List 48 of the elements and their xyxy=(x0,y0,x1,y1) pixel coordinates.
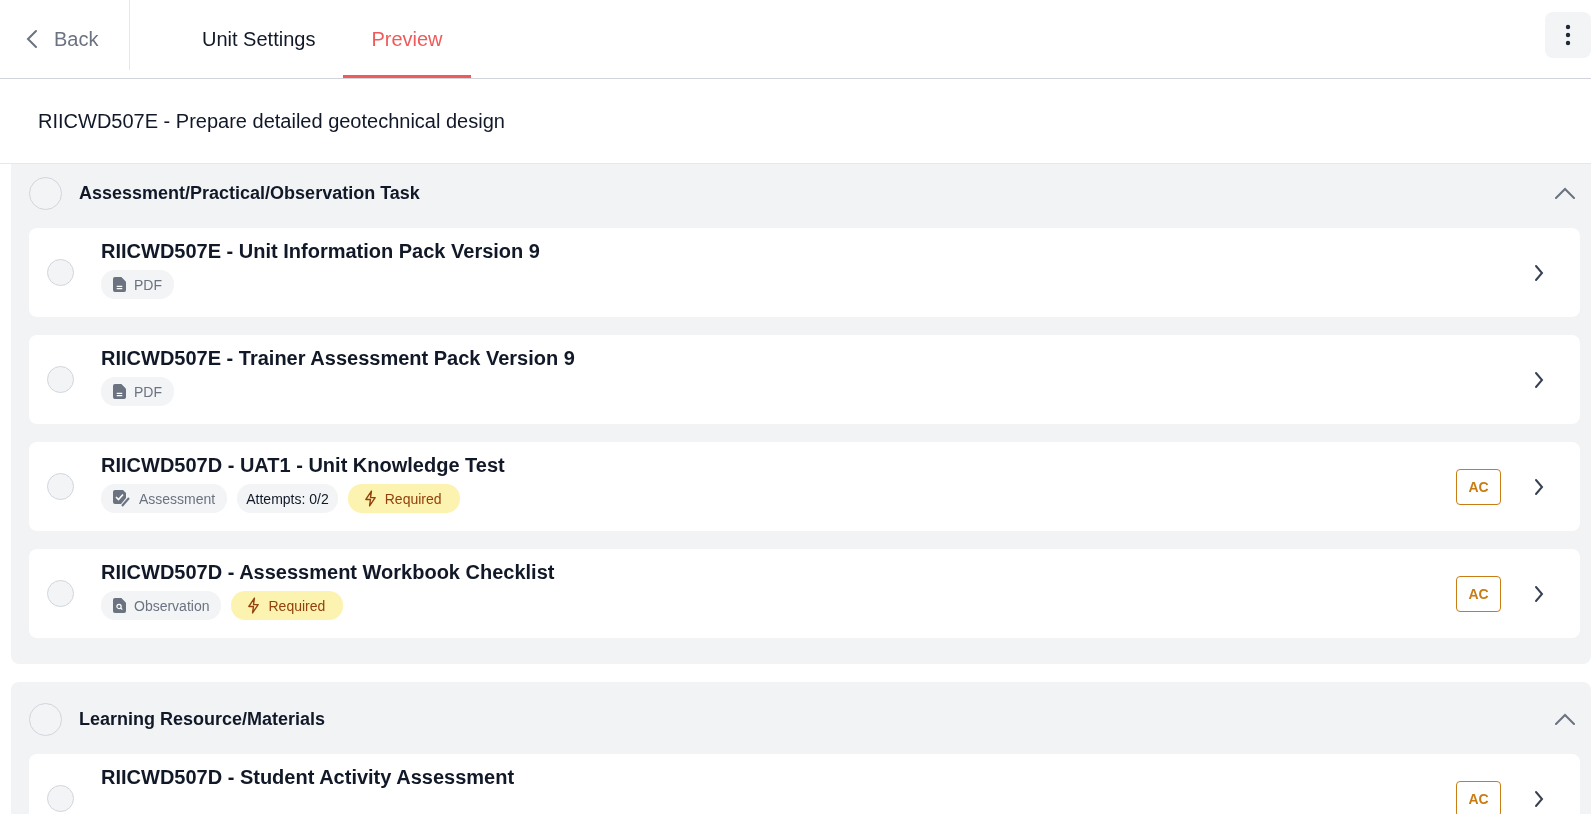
chevron-right-icon xyxy=(1534,370,1544,389)
chevron-up-icon[interactable] xyxy=(1554,187,1576,199)
tag: Attempts: 0/2 xyxy=(237,484,338,513)
tag: Required xyxy=(231,591,344,620)
chevron-right-icon xyxy=(1534,789,1544,808)
tag: PDF xyxy=(101,377,174,406)
unit-title: RIICWD507E - Prepare detailed geotechnical design xyxy=(38,109,505,133)
document-icon xyxy=(113,277,126,292)
search-document-icon xyxy=(113,598,126,613)
tag: Assessment xyxy=(101,484,228,513)
tag: PDF xyxy=(101,270,174,299)
ac-label: AC xyxy=(1456,575,1501,612)
section-title: Learning Resource/Materials xyxy=(79,708,326,730)
item-title: RIICWD507D - Student Activity Assessment xyxy=(101,766,516,789)
status-circle xyxy=(29,176,62,210)
more-menu-button[interactable] xyxy=(1545,12,1591,58)
tag: Required xyxy=(347,484,460,513)
chevron-left-icon xyxy=(26,29,38,49)
status-circle xyxy=(47,785,74,812)
chevron-right-icon xyxy=(1534,263,1544,282)
chevron-right-icon xyxy=(1534,584,1544,603)
back-button[interactable]: Back xyxy=(0,4,129,74)
chevron-up-icon[interactable] xyxy=(1554,713,1576,725)
tab[interactable]: Unit Settings xyxy=(174,0,344,78)
item-card[interactable]: RIICWD507D - Assessment Workbook Checklist Observation Required AC xyxy=(29,549,1580,638)
item-title: RIICWD507D - Assessment Workbook Checklist xyxy=(101,561,556,584)
checked-document-icon xyxy=(113,490,131,507)
chevron-right-icon xyxy=(1534,477,1544,496)
more-vertical-icon xyxy=(1565,24,1571,46)
ac-label: AC xyxy=(1456,780,1501,814)
item-card[interactable]: RIICWD507D - UAT1 - Unit Knowledge Test Assessment Attempts: 0/2 Required AC xyxy=(29,442,1580,531)
item-card[interactable]: RIICWD507E - Unit Information Pack Version 9 PDF xyxy=(29,228,1580,317)
item-title: RIICWD507E - Trainer Assessment Pack Version 9 xyxy=(101,347,576,370)
item-title: RIICWD507E - Unit Information Pack Version 9 xyxy=(101,240,541,263)
document-icon xyxy=(113,384,126,399)
status-circle xyxy=(47,580,74,607)
status-circle xyxy=(47,259,74,286)
tag: Observation xyxy=(101,591,222,620)
item-card[interactable]: RIICWD507E - Trainer Assessment Pack Version 9 PDF xyxy=(29,335,1580,424)
status-circle xyxy=(47,366,74,393)
lightning-icon xyxy=(363,490,377,507)
ac-label: AC xyxy=(1456,468,1501,505)
lightning-icon xyxy=(247,597,261,614)
item-card[interactable]: RIICWD507D - Student Activity Assessment AC xyxy=(29,754,1580,814)
status-circle xyxy=(29,702,62,736)
status-circle xyxy=(47,473,74,500)
section-title: Assessment/Practical/Observation Task xyxy=(79,182,420,204)
item-title: RIICWD507D - UAT1 - Unit Knowledge Test xyxy=(101,454,506,477)
